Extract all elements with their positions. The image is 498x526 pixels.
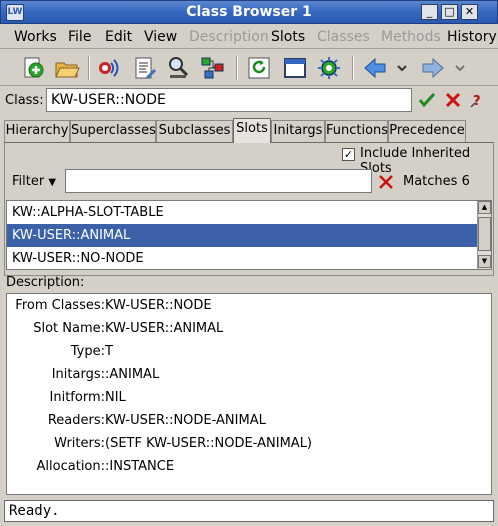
description-key: From Classes:	[15, 298, 105, 313]
description-row: Initargs: :ANIMAL	[7, 367, 493, 387]
toolbar-separator	[352, 56, 354, 80]
open-icon[interactable]	[54, 55, 80, 81]
forward-dropdown-icon[interactable]	[452, 55, 468, 81]
list-item[interactable]: KW-USER::ANIMAL	[7, 224, 491, 247]
help-icon[interactable]: ?	[468, 89, 490, 111]
description-key: Writers:	[54, 436, 105, 451]
tab-initargs[interactable]: Initargs	[271, 120, 325, 142]
new-icon[interactable]	[20, 55, 46, 81]
status-bar: Ready.	[4, 500, 494, 522]
list-item[interactable]: KW::ALPHA-SLOT-TABLE	[7, 201, 491, 224]
class-browser-icon[interactable]	[200, 55, 226, 81]
scroll-up-icon[interactable]: ▲	[478, 201, 491, 214]
minimize-button[interactable]: _	[421, 4, 438, 20]
window-icon[interactable]	[282, 55, 308, 81]
filter-input[interactable]	[65, 169, 372, 193]
description-row: Initform: NIL	[7, 390, 493, 410]
description-row: Readers: KW-USER::NODE-ANIMAL	[7, 413, 493, 433]
description-key: Readers:	[47, 413, 105, 428]
refresh-icon[interactable]	[246, 55, 272, 81]
status-text: Ready.	[9, 503, 60, 519]
description-label: Description:	[6, 275, 85, 290]
include-inherited-row: ✓ Include Inherited Slots	[0, 146, 494, 176]
description-row: Allocation: :INSTANCE	[7, 459, 493, 479]
clear-filter-icon[interactable]	[376, 172, 396, 192]
menu-file[interactable]: File	[68, 29, 91, 45]
forward-icon[interactable]	[420, 55, 446, 81]
menu-view[interactable]: View	[144, 29, 177, 45]
matches-count: Matches 6	[403, 174, 470, 189]
tab-superclasses[interactable]: Superclasses	[70, 120, 156, 142]
tab-hierarchy[interactable]: Hierarchy	[4, 120, 70, 142]
description-value: :ANIMAL	[105, 367, 160, 382]
list-scrollbar[interactable]: ▲ ▼	[477, 201, 491, 269]
description-key: Initform:	[49, 390, 105, 405]
description-key: Type:	[70, 344, 105, 359]
filter-label: Filter	[12, 174, 45, 189]
chevron-down-icon: ▼	[48, 177, 57, 188]
description-value: :INSTANCE	[105, 459, 175, 474]
menu-works[interactable]: Works	[14, 29, 57, 45]
back-icon[interactable]	[362, 55, 388, 81]
description-row: Slot Name: KW-USER::ANIMAL	[7, 321, 493, 341]
listener-icon[interactable]	[96, 55, 122, 81]
menu-bar: Works File Edit View Description Slots C…	[0, 25, 498, 49]
cancel-icon[interactable]	[442, 89, 464, 111]
inspector-icon[interactable]	[166, 55, 192, 81]
class-input[interactable]: KW-USER::NODE	[46, 88, 412, 112]
tab-functions[interactable]: Functions	[325, 120, 388, 142]
description-panel: From Classes: KW-USER::NODE Slot Name: K…	[6, 293, 492, 495]
scroll-down-icon[interactable]: ▼	[478, 255, 491, 268]
menu-classes[interactable]: Classes	[317, 29, 370, 45]
svg-text:?: ?	[473, 94, 481, 109]
description-value: T	[105, 344, 113, 359]
tab-precedence[interactable]: Precedence	[388, 120, 466, 142]
description-key: Slot Name:	[33, 321, 105, 336]
description-key: Allocation:	[36, 459, 105, 474]
filter-dropdown[interactable]: Filter ▼	[7, 170, 57, 194]
description-value: KW-USER::ANIMAL	[105, 321, 224, 336]
close-button[interactable]: ✕	[461, 4, 478, 20]
filter-row: Filter ▼ Matches 6	[0, 168, 498, 196]
tab-bar: Hierarchy Superclasses Subclasses Slots …	[4, 118, 494, 143]
include-inherited-checkbox[interactable]: ✓	[342, 148, 355, 161]
accept-icon[interactable]	[416, 89, 438, 111]
list-item[interactable]: KW-USER::NO-NODE	[7, 247, 491, 269]
menu-methods[interactable]: Methods	[381, 29, 441, 45]
back-dropdown-icon[interactable]	[394, 55, 410, 81]
settings-icon[interactable]	[316, 55, 342, 81]
editor-icon[interactable]	[132, 55, 158, 81]
menu-history[interactable]: History	[447, 29, 497, 45]
description-value: (SETF KW-USER::NODE-ANIMAL)	[105, 436, 313, 451]
menu-edit[interactable]: Edit	[105, 29, 132, 45]
toolbar-separator	[236, 56, 238, 80]
description-row: Writers: (SETF KW-USER::NODE-ANIMAL)	[7, 436, 493, 456]
menu-description[interactable]: Description	[189, 29, 269, 45]
maximize-button[interactable]: □	[441, 4, 458, 20]
slots-list: KW::ALPHA-SLOT-TABLE KW-USER::ANIMAL KW-…	[6, 200, 492, 270]
tab-slots[interactable]: Slots	[233, 118, 271, 143]
toolbar-separator	[88, 56, 90, 80]
description-value: NIL	[105, 390, 126, 405]
title-bar: LW Class Browser 1 _ □ ✕	[0, 0, 498, 24]
description-row: Type: T	[7, 344, 493, 364]
description-row: From Classes: KW-USER::NODE	[7, 298, 493, 318]
toolbar	[0, 50, 498, 86]
tab-subclasses[interactable]: Subclasses	[156, 120, 233, 142]
description-value: KW-USER::NODE-ANIMAL	[105, 413, 266, 428]
class-row: Class: KW-USER::NODE ?	[0, 87, 498, 115]
description-key: Initargs:	[51, 367, 105, 382]
description-value: KW-USER::NODE	[105, 298, 212, 313]
class-label: Class:	[5, 93, 44, 108]
scroll-thumb[interactable]	[478, 217, 491, 251]
menu-slots[interactable]: Slots	[271, 29, 305, 45]
